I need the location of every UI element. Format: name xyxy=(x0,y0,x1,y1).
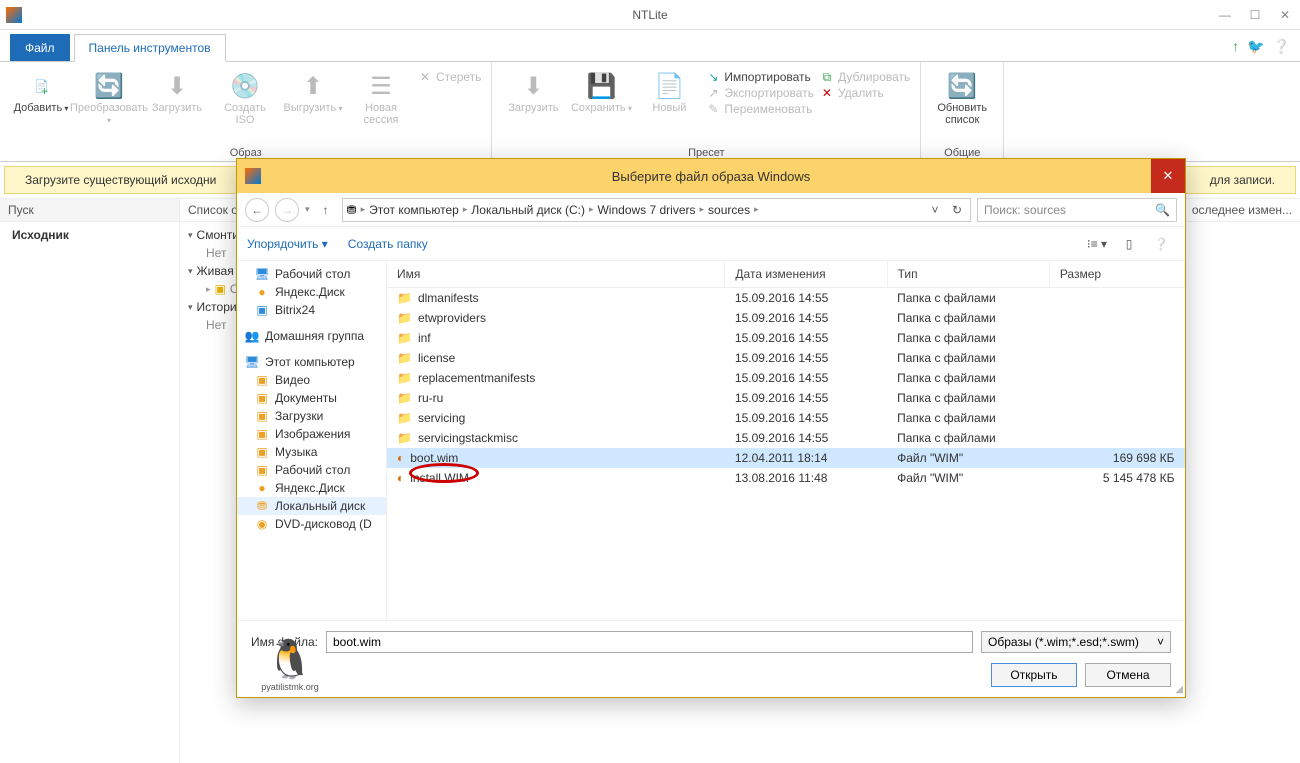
watermark-logo: 🐧 pyatilistmk.org xyxy=(240,600,340,692)
left-panel: Пуск Исходник xyxy=(0,199,180,763)
address-dropdown-icon[interactable]: ˅ xyxy=(926,203,944,217)
new-folder-button[interactable]: Создать папку xyxy=(348,237,428,251)
tree-homegroup[interactable]: 👥Домашняя группа xyxy=(237,327,386,345)
file-row[interactable]: 📁servicingstackmisc15.09.2016 14:55Папка… xyxy=(387,428,1185,448)
new-session-button[interactable]: ☰ Новая сессия xyxy=(350,68,412,145)
app-icon xyxy=(6,7,22,23)
refresh-button[interactable]: 🔄Обновить список xyxy=(931,68,993,145)
file-row[interactable]: 📁inf15.09.2016 14:55Папка с файлами xyxy=(387,328,1185,348)
file-row[interactable]: 📁dlmanifests15.09.2016 14:55Папка с файл… xyxy=(387,288,1185,309)
nav-history-dropdown[interactable]: ▾ xyxy=(305,204,310,215)
ribbon: 📄+ Добавить 🔄 Преобразовать ⬇ Загрузить … xyxy=(0,62,1300,162)
tree-item[interactable]: ◉DVD-дисковод (D xyxy=(237,515,386,533)
file-row[interactable]: 📁etwproviders15.09.2016 14:55Папка с фай… xyxy=(387,308,1185,328)
tree-item[interactable]: ⛃Локальный диск xyxy=(237,497,386,515)
preset-save-button[interactable]: 💾Сохранить xyxy=(570,68,632,145)
tree-item[interactable]: ▣Изображения xyxy=(237,425,386,443)
upgrade-icon[interactable]: ↑ xyxy=(1232,38,1239,55)
tree-item[interactable]: ▣Документы xyxy=(237,389,386,407)
breadcrumb-2[interactable]: Windows 7 drivers▸ xyxy=(597,203,704,217)
tree-this-pc[interactable]: 🖥Этот компьютер xyxy=(237,353,386,371)
nav-back-button[interactable]: ← xyxy=(245,198,269,222)
preset-rename[interactable]: ✎Переименовать xyxy=(706,102,814,116)
tree-item[interactable]: 🖥Рабочий стол xyxy=(237,265,386,283)
preview-pane-button[interactable]: ▯ xyxy=(1115,232,1143,256)
nav-up-button[interactable]: ↑ xyxy=(316,200,336,220)
col-name[interactable]: Имя xyxy=(387,261,725,288)
tree-item[interactable]: ▣Рабочий стол xyxy=(237,461,386,479)
nav-forward-button[interactable]: → xyxy=(275,198,299,222)
file-row[interactable]: ◐install.WIM13.08.2016 11:48Файл "WIM"5 … xyxy=(387,468,1185,488)
preset-delete[interactable]: ✕Удалить xyxy=(820,86,910,100)
cancel-button[interactable]: Отмена xyxy=(1085,663,1171,687)
preset-new-button[interactable]: 📄Новый xyxy=(638,68,700,145)
col-date[interactable]: Дата изменения xyxy=(725,261,887,288)
address-bar[interactable]: ⛃ ▸ Этот компьютер▸ Локальный диск (C:)▸… xyxy=(342,198,971,222)
file-row[interactable]: 📁license15.09.2016 14:55Папка с файлами xyxy=(387,348,1185,368)
tree-item[interactable]: ▣Музыка xyxy=(237,443,386,461)
tab-file[interactable]: Файл xyxy=(10,34,70,61)
drive-icon: ⛃ xyxy=(347,203,357,217)
unload-button[interactable]: ⬆ Выгрузить xyxy=(282,68,344,145)
file-row[interactable]: ◐boot.wim12.04.2011 18:14Файл "WIM"169 6… xyxy=(387,448,1185,468)
tree-item[interactable]: ▣Видео xyxy=(237,371,386,389)
breadcrumb-sep: ▸ xyxy=(361,204,366,215)
menubar: Файл Панель инструментов ↑ 🐦 ❔ xyxy=(0,30,1300,62)
breadcrumb-3[interactable]: sources▸ xyxy=(708,203,759,217)
file-open-dialog: Выберите файл образа Windows ✕ ← → ▾ ↑ ⛃… xyxy=(236,158,1186,698)
preset-load-button[interactable]: ⬇Загрузить xyxy=(502,68,564,145)
file-row[interactable]: 📁replacementmanifests15.09.2016 14:55Пап… xyxy=(387,368,1185,388)
breadcrumb-0[interactable]: Этот компьютер▸ xyxy=(369,203,467,217)
minimize-button[interactable]: — xyxy=(1210,1,1240,29)
dialog-title: Выберите файл образа Windows xyxy=(612,169,811,184)
tree-item[interactable]: ▣Bitrix24 xyxy=(237,301,386,319)
dialog-close-button[interactable]: ✕ xyxy=(1151,159,1185,193)
app-title: NTLite xyxy=(632,8,667,22)
create-iso-button[interactable]: 💿 Создать ISO xyxy=(214,68,276,145)
filename-input[interactable] xyxy=(326,631,973,653)
search-icon: 🔍 xyxy=(1155,203,1170,217)
dialog-help-icon[interactable]: ❔ xyxy=(1147,232,1175,256)
erase-button[interactable]: ✕Стереть xyxy=(418,70,481,84)
file-row[interactable]: 📁servicing15.09.2016 14:55Папка с файлам… xyxy=(387,408,1185,428)
col-size[interactable]: Размер xyxy=(1049,261,1184,288)
preset-export[interactable]: ↗Экспортировать xyxy=(706,86,814,100)
tree-item[interactable]: ●Яндекс.Диск xyxy=(237,283,386,301)
titlebar: NTLite — ☐ ✕ xyxy=(0,0,1300,30)
help-icon[interactable]: ❔ xyxy=(1273,38,1290,55)
preset-duplicate[interactable]: ⧉Дублировать xyxy=(820,70,910,84)
nav-tree: 🖥Рабочий стол●Яндекс.Диск▣Bitrix24👥Домаш… xyxy=(237,261,387,620)
add-button[interactable]: 📄+ Добавить xyxy=(10,68,72,145)
dialog-icon xyxy=(245,168,261,184)
view-mode-button[interactable]: ⁝≡ ▾ xyxy=(1083,232,1111,256)
load-button[interactable]: ⬇ Загрузить xyxy=(146,68,208,145)
preset-import[interactable]: ↘Импортировать xyxy=(706,70,814,84)
col-type[interactable]: Тип xyxy=(887,261,1049,288)
open-button[interactable]: Открыть xyxy=(991,663,1077,687)
resize-grip[interactable]: ◢ xyxy=(1175,684,1183,695)
left-start: Пуск xyxy=(0,199,179,222)
breadcrumb-1[interactable]: Локальный диск (C:)▸ xyxy=(471,203,593,217)
twitter-icon[interactable]: 🐦 xyxy=(1247,38,1264,55)
file-list: Имя Дата изменения Тип Размер 📁dlmanifes… xyxy=(387,261,1185,620)
maximize-button[interactable]: ☐ xyxy=(1240,1,1270,29)
tab-toolbar[interactable]: Панель инструментов xyxy=(74,34,226,62)
address-refresh-icon[interactable]: ↻ xyxy=(948,203,966,217)
file-type-filter[interactable]: Образы (*.wim;*.esd;*.swm)˅ xyxy=(981,631,1171,653)
file-row[interactable]: 📁ru-ru15.09.2016 14:55Папка с файлами xyxy=(387,388,1185,408)
tree-item[interactable]: ●Яндекс.Диск xyxy=(237,479,386,497)
tree-item[interactable]: ▣Загрузки xyxy=(237,407,386,425)
organize-menu[interactable]: Упорядочить ▾ xyxy=(247,237,328,251)
transform-button[interactable]: 🔄 Преобразовать xyxy=(78,68,140,145)
left-source[interactable]: Исходник xyxy=(0,222,179,248)
close-button[interactable]: ✕ xyxy=(1270,1,1300,29)
search-input[interactable]: Поиск: sources 🔍 xyxy=(977,198,1177,222)
